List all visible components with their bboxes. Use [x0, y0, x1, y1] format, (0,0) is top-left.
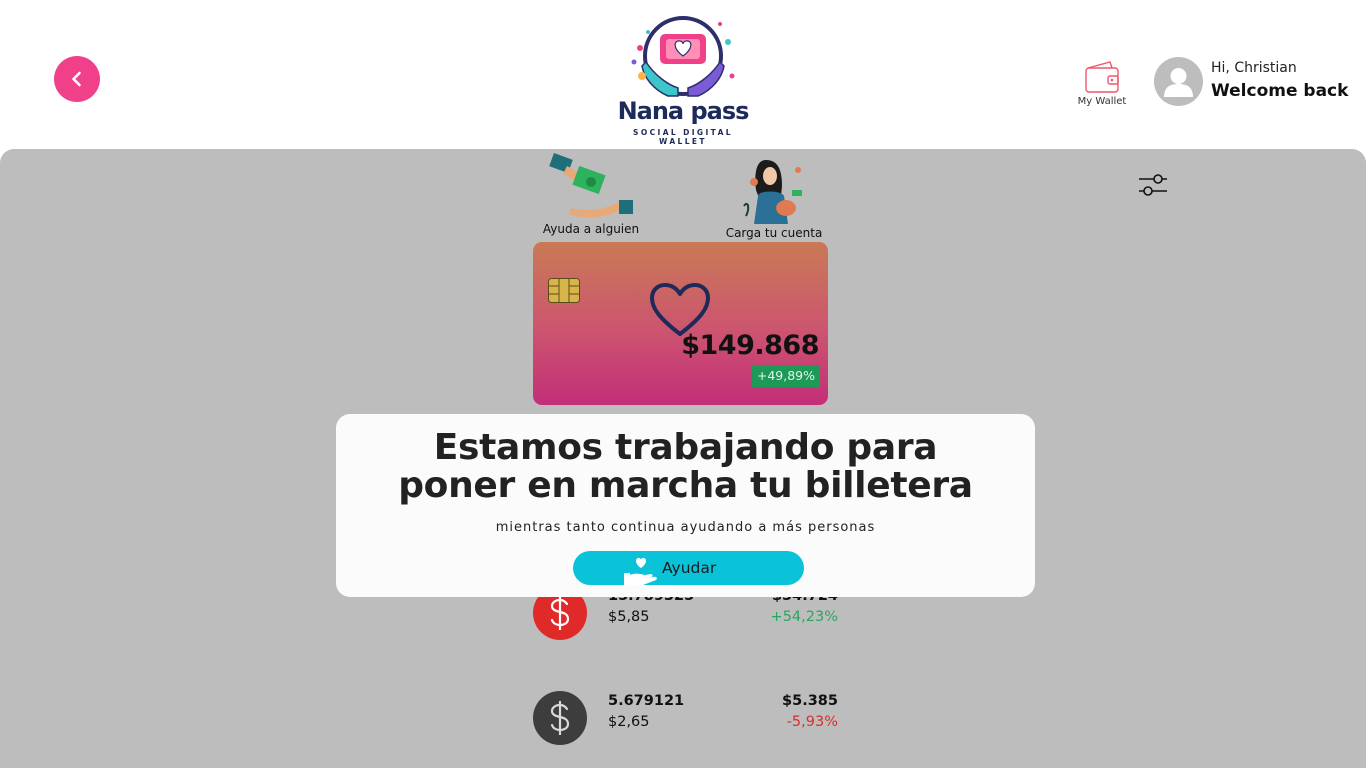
brand-name: Nana pass: [617, 97, 750, 125]
help-button[interactable]: Ayudar: [573, 551, 804, 586]
notice-modal: Estamos trabajando para poner en marcha …: [336, 414, 1035, 597]
card-balance: $149.868: [681, 330, 819, 361]
hand-heart-icon: [624, 557, 657, 586]
welcome-text: Welcome back: [1211, 81, 1349, 101]
user-icon: [1164, 68, 1193, 97]
coin-value: $5.385: [782, 693, 838, 709]
list-item[interactable]: 5.679121 $2,65 $5.385 -5,93%: [533, 691, 843, 747]
brand-tagline: SOCIAL DIGITAL WALLET: [633, 128, 733, 146]
dollar-sign-icon: [550, 596, 570, 630]
woman-piggy-bank-icon: [743, 160, 802, 224]
load-account-label: Carga tu cuenta: [725, 226, 823, 240]
card-change-badge: +49,89%: [751, 365, 820, 387]
hand-giving-money-icon: [549, 153, 633, 218]
coin-price: $5,85: [608, 609, 650, 625]
my-wallet-label: My Wallet: [1077, 96, 1127, 107]
modal-title-line2: poner en marcha tu billetera: [398, 465, 973, 506]
coin-amount: 5.679121: [608, 693, 685, 709]
wallet-icon: [1085, 61, 1119, 93]
filter-settings-button[interactable]: [1138, 172, 1168, 198]
brand-logo: Nana pass SOCIAL DIGITAL WALLET: [610, 14, 756, 146]
sliders-icon: [1139, 174, 1167, 196]
coin-icon: [533, 691, 587, 745]
coin-price: $2,65: [608, 714, 650, 730]
chevron-left-icon: [72, 71, 81, 87]
modal-subtitle: mientras tanto continua ayudando a más p…: [495, 520, 876, 535]
avatar[interactable]: [1154, 57, 1203, 106]
dollar-sign-icon: [550, 701, 570, 735]
modal-title-line1: Estamos trabajando para: [433, 427, 938, 468]
back-button[interactable]: [54, 56, 100, 102]
hands-heart-logo-icon: [631, 16, 735, 97]
wallet-card[interactable]: $149.868 +49,89%: [533, 242, 828, 405]
load-account-action[interactable]: Carga tu cuenta: [722, 156, 826, 246]
app-header: Nana pass SOCIAL DIGITAL WALLET My Walle…: [0, 0, 1366, 150]
modal-title: Estamos trabajando para poner en marcha …: [336, 429, 1035, 505]
help-button-label: Ayudar: [662, 559, 717, 577]
coin-change: -5,93%: [786, 714, 838, 730]
coin-change: +54,23%: [770, 609, 838, 625]
greeting-text: Hi, Christian: [1211, 60, 1297, 76]
help-someone-action[interactable]: Ayuda a alguien: [536, 152, 646, 242]
my-wallet-button[interactable]: My Wallet: [1074, 60, 1130, 110]
card-chip-icon: [548, 278, 580, 303]
help-someone-label: Ayuda a alguien: [542, 222, 640, 236]
